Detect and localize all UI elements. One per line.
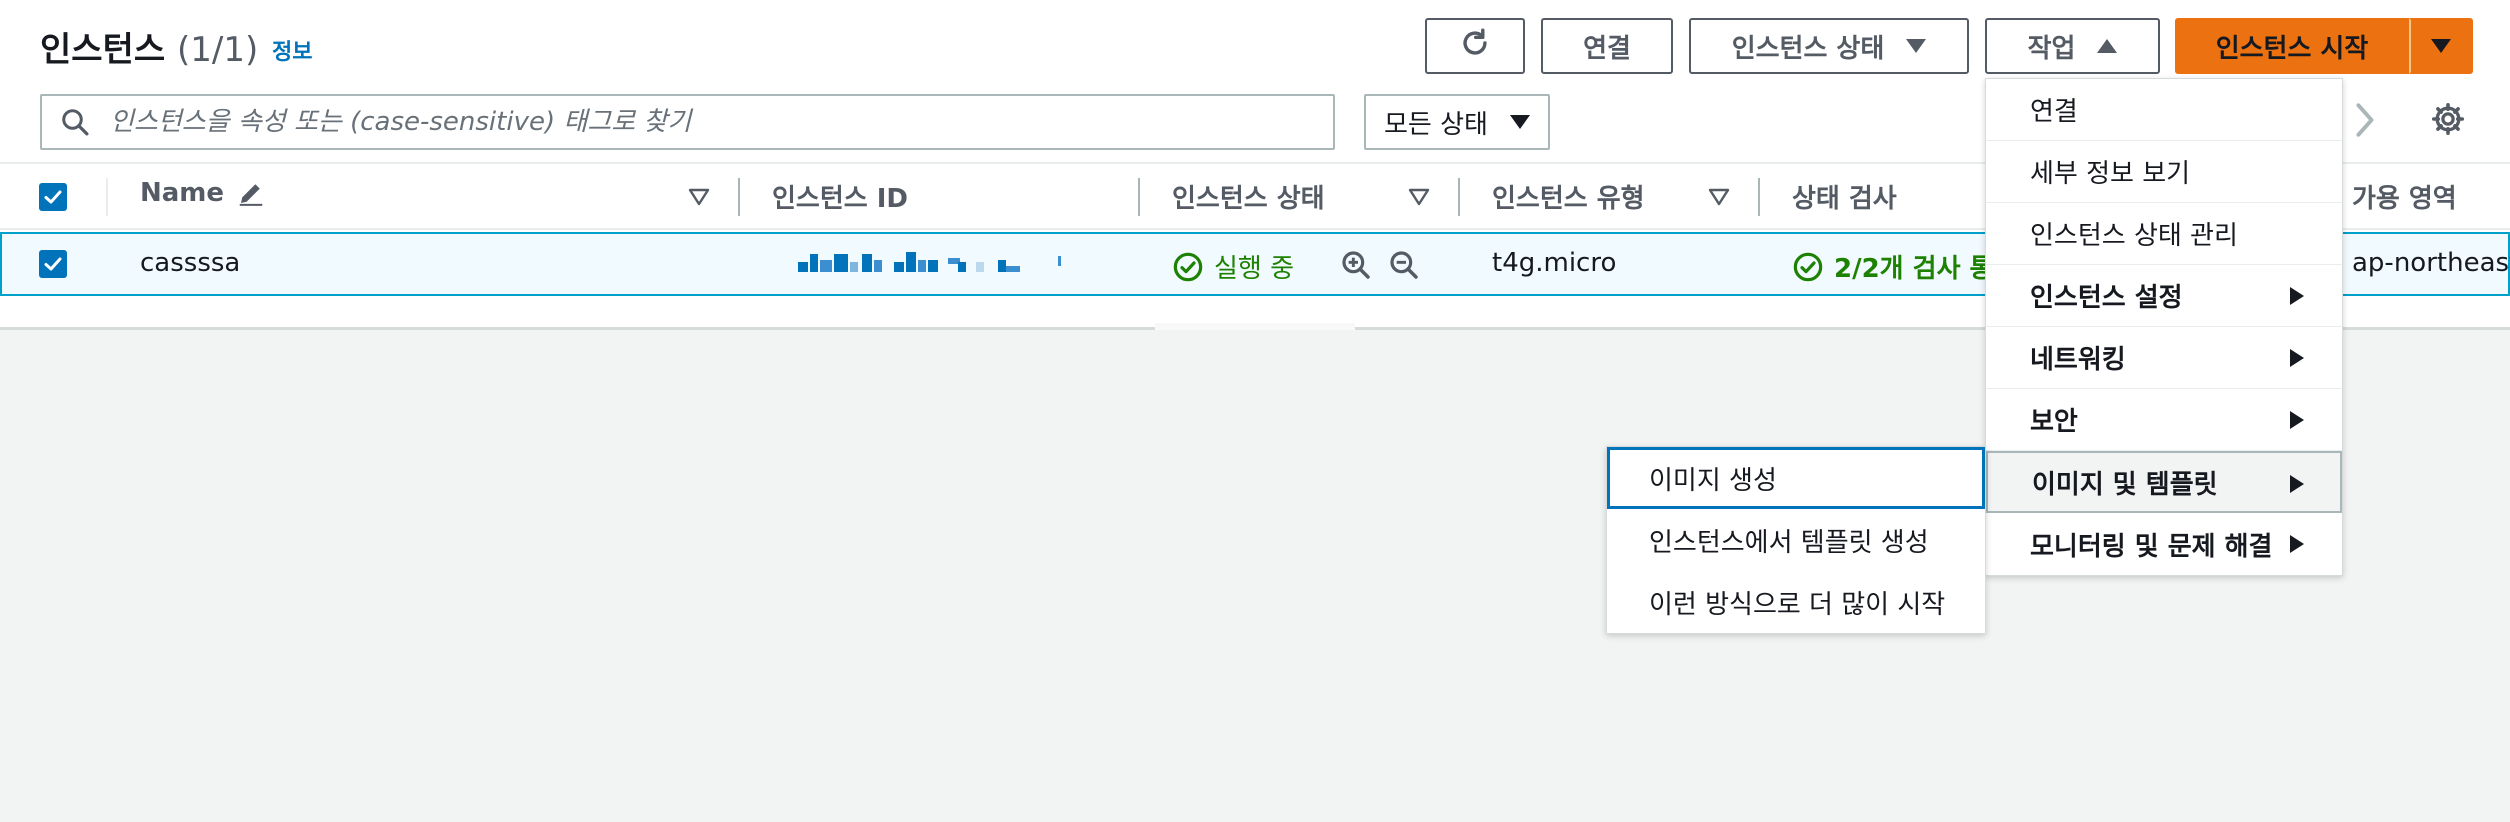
column-header-status-check[interactable]: 상태 검사 xyxy=(1792,178,1897,215)
caret-right-icon xyxy=(2290,535,2304,553)
checkmark-icon xyxy=(44,257,62,271)
column-header-name[interactable]: Name xyxy=(140,178,266,208)
caret-right-icon xyxy=(2290,411,2304,429)
info-link[interactable]: 정보 xyxy=(272,34,312,66)
menu-item-instance-settings[interactable]: 인스턴스 설정 xyxy=(1986,265,2342,327)
menu-item-label: 이미지 및 템플릿 xyxy=(2032,469,2218,500)
connect-button[interactable]: 연결 xyxy=(1541,18,1673,74)
submenu-item-create-template[interactable]: 인스턴스에서 템플릿 생성 xyxy=(1607,509,1985,571)
instance-state-text: 실행 중 xyxy=(1214,254,1295,284)
menu-item-image-and-templates[interactable]: 이미지 및 템플릿 xyxy=(1986,451,2342,513)
column-divider[interactable] xyxy=(1458,178,1460,216)
menu-item-view-details[interactable]: 세부 정보 보기 xyxy=(1986,141,2342,203)
status-check-cell: 2/2개 검사 통 xyxy=(1792,248,1993,285)
menu-item-label: 보안 xyxy=(2030,407,2078,437)
status-filter-select[interactable]: 모든 상태 xyxy=(1364,94,1550,150)
sort-icon[interactable] xyxy=(1408,188,1430,206)
launch-dropdown-button[interactable] xyxy=(2409,18,2473,74)
connect-label: 연결 xyxy=(1583,33,1631,64)
column-header-instance-id[interactable]: 인스턴스 ID xyxy=(772,178,908,215)
refresh-icon xyxy=(1458,26,1492,67)
gear-icon xyxy=(2431,102,2465,136)
actions-button[interactable]: 작업 xyxy=(1985,18,2160,74)
menu-item-manage-instance-state[interactable]: 인스턴스 상태 관리 xyxy=(1986,203,2342,265)
caret-right-icon xyxy=(2290,475,2304,493)
page-title: 인스턴스 (1/1) xyxy=(40,22,258,71)
launch-instances-button[interactable]: 인스턴스 시작 xyxy=(2175,18,2409,74)
menu-item-connect[interactable]: 연결 xyxy=(1986,79,2342,141)
preferences-button[interactable] xyxy=(2425,96,2471,142)
select-all-checkbox[interactable] xyxy=(39,183,67,211)
column-header-instance-state[interactable]: 인스턴스 상태 xyxy=(1172,178,1325,215)
redacted-instance-id[interactable] xyxy=(798,250,1063,272)
checkmark-icon xyxy=(44,190,62,204)
instance-type: t4g.micro xyxy=(1492,248,1617,278)
column-header-availability-zone[interactable]: 가용 영역 xyxy=(2352,178,2457,215)
submenu-item-create-image[interactable]: 이미지 생성 xyxy=(1607,447,1985,509)
sort-icon[interactable] xyxy=(688,188,710,206)
actions-menu: 연결 세부 정보 보기 인스턴스 상태 관리 인스턴스 설정 네트워킹 보안 이… xyxy=(1985,78,2343,576)
chevron-right-icon xyxy=(2356,103,2374,137)
menu-item-label: 인스턴스 설정 xyxy=(2030,283,2183,313)
menu-item-security[interactable]: 보안 xyxy=(1986,389,2342,451)
caret-right-icon xyxy=(2290,287,2304,305)
edit-icon xyxy=(239,184,263,206)
column-header-name-label: Name xyxy=(140,178,225,208)
instance-state-cell: 실행 중 xyxy=(1172,248,1294,285)
column-divider[interactable] xyxy=(738,178,740,216)
instance-state-label: 인스턴스 상태 xyxy=(1731,33,1885,64)
chevron-up-icon xyxy=(2097,39,2118,53)
launch-label: 인스턴스 시작 xyxy=(2215,33,2369,64)
chevron-down-icon xyxy=(2431,39,2451,53)
image-templates-submenu: 이미지 생성 인스턴스에서 템플릿 생성 이런 방식으로 더 많이 시작 xyxy=(1606,446,1986,634)
next-page-button[interactable] xyxy=(2350,98,2380,142)
menu-item-label: 네트워킹 xyxy=(2030,345,2126,375)
chevron-down-icon xyxy=(1509,115,1530,129)
instance-name: cassssa xyxy=(140,248,241,278)
selection-count: (1/1) xyxy=(176,30,259,70)
row-checkbox[interactable] xyxy=(39,250,67,278)
zoom-out-icon[interactable] xyxy=(1388,249,1420,281)
status-filter-label: 모든 상태 xyxy=(1384,109,1488,140)
caret-right-icon xyxy=(2290,349,2304,367)
actions-label: 작업 xyxy=(2027,33,2076,64)
chevron-down-icon xyxy=(1906,39,1927,53)
instance-state-button[interactable]: 인스턴스 상태 xyxy=(1689,18,1969,74)
sort-icon[interactable] xyxy=(1708,188,1730,206)
column-divider[interactable] xyxy=(1138,178,1140,216)
menu-item-monitor-and-troubleshoot[interactable]: 모니터링 및 문제 해결 xyxy=(1986,513,2342,575)
column-header-instance-type[interactable]: 인스턴스 유형 xyxy=(1492,178,1645,215)
search-input[interactable] xyxy=(110,107,1290,137)
column-resize-handle[interactable] xyxy=(1155,323,1355,330)
status-check-text: 2/2개 검사 통 xyxy=(1834,254,1994,284)
availability-zone: ap-northeast xyxy=(2352,248,2510,278)
column-divider[interactable] xyxy=(1758,178,1760,216)
search-box[interactable] xyxy=(40,94,1335,150)
menu-item-label: 모니터링 및 문제 해결 xyxy=(2030,531,2273,562)
column-divider xyxy=(106,178,108,216)
menu-item-networking[interactable]: 네트워킹 xyxy=(1986,327,2342,389)
search-icon xyxy=(60,107,90,137)
refresh-button[interactable] xyxy=(1425,18,1525,74)
success-check-icon xyxy=(1173,252,1203,281)
submenu-item-launch-more-like-this[interactable]: 이런 방식으로 더 많이 시작 xyxy=(1607,571,1985,633)
success-check-icon xyxy=(1793,252,1823,281)
title-text: 인스턴스 xyxy=(40,30,166,70)
zoom-in-icon[interactable] xyxy=(1340,249,1372,281)
